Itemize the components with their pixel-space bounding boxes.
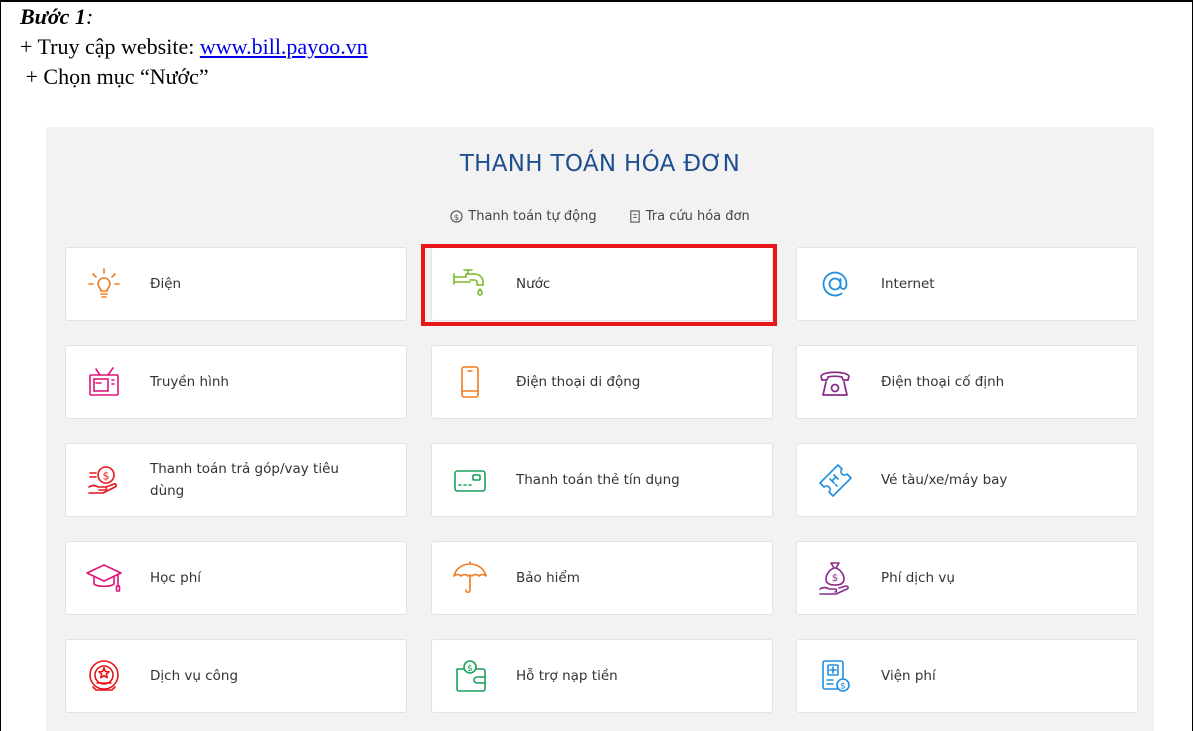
auto-payment-label: Thanh toán tự động — [468, 209, 597, 224]
service-label: Phí dịch vụ — [881, 570, 955, 586]
step-title: Bước 1 — [20, 4, 86, 29]
service-card-tra-gop[interactable]: $ Thanh toán trả góp/vay tiêu dùng — [65, 443, 407, 517]
page-title: THANH TOÁN HÓA ĐƠN — [459, 151, 741, 177]
quick-links: $ Thanh toán tự động Tra cứu hóa đơn — [46, 209, 1154, 227]
service-card-dien-thoai-di-dong[interactable]: Điện thoại di động — [431, 345, 773, 419]
service-card-bao-hiem[interactable]: Bảo hiểm — [431, 541, 773, 615]
landline-phone-icon — [815, 362, 855, 402]
instruction-line-2: + Chọn mục “Nước” — [20, 64, 209, 89]
instruction-line-1: + Truy cập website: www.bill.payoo.vn — [20, 32, 368, 62]
service-card-nuoc[interactable]: Nước — [431, 247, 773, 321]
service-label: Dịch vụ công — [150, 668, 239, 684]
tv-icon — [84, 362, 124, 402]
wallet-topup-icon: $ — [450, 656, 490, 696]
service-label: Điện — [150, 276, 182, 292]
bill-lookup-link[interactable]: Tra cứu hóa đơn — [629, 209, 750, 224]
mobile-phone-icon — [450, 362, 490, 402]
service-card-phi-dich-vu[interactable]: $ Phí dịch vụ — [796, 541, 1138, 615]
service-label: Thanh toán thẻ tín dụng — [516, 472, 680, 488]
svg-text:$: $ — [832, 573, 838, 584]
service-label: Viện phí — [881, 668, 936, 684]
service-card-internet[interactable]: Internet — [796, 247, 1138, 321]
service-label: Điện thoại cố định — [881, 374, 1005, 390]
auto-payment-link[interactable]: $ Thanh toán tự động — [450, 209, 597, 224]
service-label: Thanh toán trả góp/vay tiêu dùng — [150, 461, 339, 499]
service-label: Internet — [881, 276, 935, 292]
water-tap-icon — [450, 264, 490, 304]
service-card-truyen-hinh[interactable]: Truyền hình — [65, 345, 407, 419]
umbrella-icon — [450, 558, 490, 598]
step-heading: Bước 1: — [20, 2, 368, 32]
service-label: Bảo hiểm — [516, 570, 580, 586]
svg-text:$: $ — [840, 682, 846, 692]
step-colon: : — [85, 4, 94, 29]
installment-loan-icon: $ — [84, 460, 124, 500]
service-card-vien-phi[interactable]: $ Viện phí — [796, 639, 1138, 713]
at-sign-icon — [815, 264, 855, 304]
receipt-icon — [629, 210, 640, 223]
svg-text:$: $ — [454, 212, 459, 222]
service-label: Nước — [516, 276, 551, 292]
service-label: Hỗ trợ nạp tiền — [516, 668, 618, 684]
document-text: Bước 1: + Truy cập website: www.bill.pay… — [20, 2, 368, 92]
service-card-ve-tau-xe[interactable]: Vé tàu/xe/máy bay — [796, 443, 1138, 517]
service-card-the-tin-dung[interactable]: Thanh toán thẻ tín dụng — [431, 443, 773, 517]
ticket-icon — [815, 460, 855, 500]
service-card-hoc-phi[interactable]: Học phí — [65, 541, 407, 615]
svg-text:$: $ — [467, 664, 473, 674]
service-label: Truyền hình — [150, 374, 229, 390]
svg-text:$: $ — [103, 470, 110, 483]
hospital-fee-icon: $ — [815, 656, 855, 696]
bill-lookup-label: Tra cứu hóa đơn — [645, 209, 750, 224]
service-card-dich-vu-cong[interactable]: Dịch vụ công — [65, 639, 407, 713]
service-label: Điện thoại di động — [516, 374, 641, 390]
service-label: Học phí — [150, 570, 202, 586]
dollar-circle-icon: $ — [450, 210, 463, 223]
service-label: Vé tàu/xe/máy bay — [881, 472, 1008, 488]
lightbulb-icon — [84, 264, 124, 304]
graduation-cap-icon — [84, 558, 124, 598]
payoo-screenshot: THANH TOÁN HÓA ĐƠN $ Thanh toán tự động … — [46, 127, 1154, 731]
money-bag-icon: $ — [815, 558, 855, 598]
service-card-dien-thoai-co-dinh[interactable]: Điện thoại cố định — [796, 345, 1138, 419]
instruction-prefix: + Truy cập website: — [20, 34, 200, 59]
service-card-dien[interactable]: Điện — [65, 247, 407, 321]
service-card-nap-tien[interactable]: $ Hỗ trợ nạp tiền — [431, 639, 773, 713]
payoo-website-link[interactable]: www.bill.payoo.vn — [200, 34, 368, 59]
credit-card-icon — [450, 460, 490, 500]
public-service-emblem-icon — [84, 656, 124, 696]
